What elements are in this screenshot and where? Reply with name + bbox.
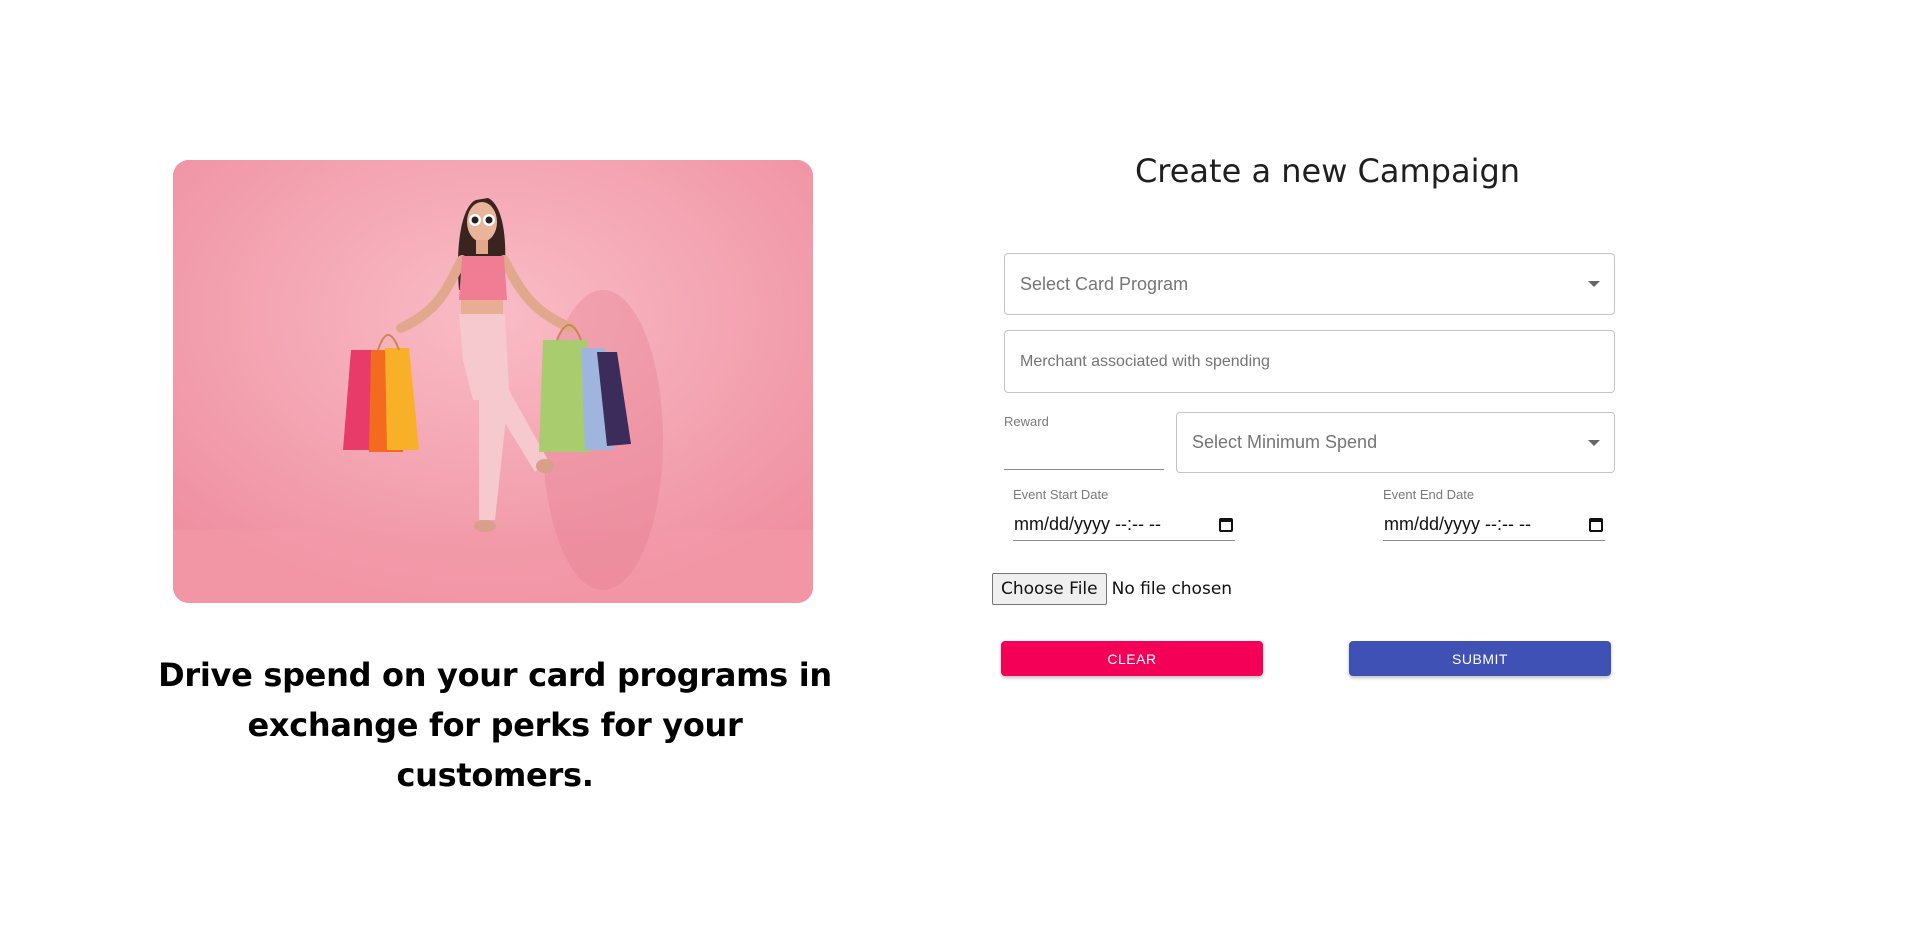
promo-tagline: Drive spend on your card programs in exc…: [150, 650, 840, 800]
event-start-date-value: mm/dd/yyyy --:-- --: [1014, 514, 1161, 534]
submit-button[interactable]: SUBMIT: [1349, 641, 1611, 676]
chevron-down-icon: [1588, 439, 1600, 446]
chevron-down-icon: [1588, 281, 1600, 287]
file-status-text: No file chosen: [1111, 579, 1233, 599]
tagline-line-1: Drive spend on your card programs in: [158, 656, 832, 694]
calendar-icon[interactable]: [1589, 518, 1603, 532]
card-program-placeholder: Select Card Program: [1020, 273, 1189, 294]
event-end-date-label: Event End Date: [1383, 487, 1475, 502]
event-end-date-value: mm/dd/yyyy --:-- --: [1384, 514, 1531, 534]
event-start-date-label: Event Start Date: [1013, 487, 1109, 502]
tagline-line-2: exchange for perks for your customers.: [247, 706, 743, 794]
calendar-icon[interactable]: [1219, 518, 1233, 532]
form-title: Create a new Campaign: [1134, 152, 1521, 190]
reward-label: Reward: [1004, 414, 1049, 429]
choose-file-button[interactable]: Choose File: [992, 573, 1107, 605]
shopping-woman-image: [173, 160, 813, 603]
campaign-page: Drive spend on your card programs in exc…: [0, 0, 1905, 926]
clear-button[interactable]: CLEAR: [1001, 641, 1263, 676]
minimum-spend-placeholder: Select Minimum Spend: [1192, 432, 1378, 452]
minimum-spend-select[interactable]: Select Minimum Spend: [1176, 412, 1615, 473]
reward-input[interactable]: Reward: [1004, 414, 1164, 470]
merchant-placeholder: Merchant associated with spending: [1020, 352, 1270, 370]
file-upload: Choose File No file chosen: [992, 573, 1232, 605]
event-start-date-input[interactable]: Event Start Date mm/dd/yyyy --:-- --: [1013, 487, 1235, 541]
event-end-date-input[interactable]: Event End Date mm/dd/yyyy --:-- --: [1383, 487, 1605, 541]
merchant-input[interactable]: Merchant associated with spending: [1004, 330, 1615, 393]
card-program-select[interactable]: Select Card Program: [1004, 253, 1615, 315]
